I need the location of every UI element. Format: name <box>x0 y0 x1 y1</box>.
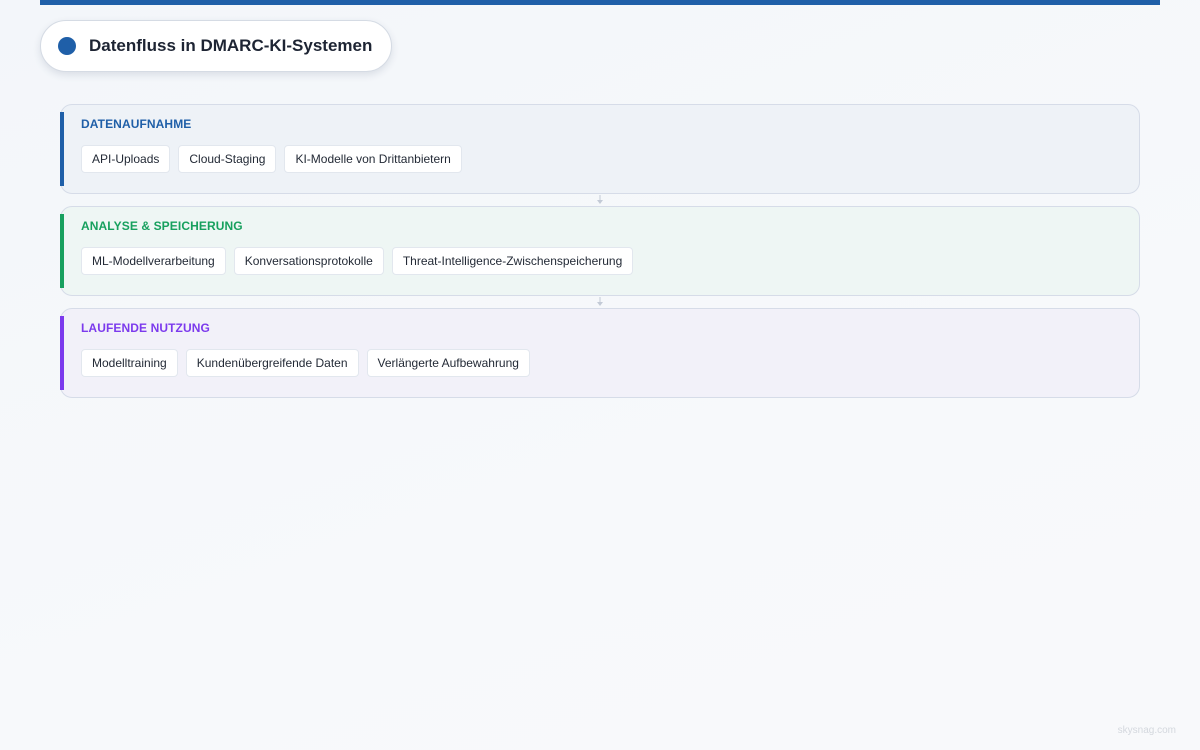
stage-item: Verlängerte Aufbewahrung <box>366 349 530 377</box>
flow-connector <box>60 296 1140 308</box>
stage-analysis-storage: ANALYSE & SPEICHERUNG ML-Modellverarbeit… <box>60 206 1140 296</box>
stage-items: Modelltraining Kundenübergreifende Daten… <box>81 349 1139 377</box>
stage-item: API-Uploads <box>81 145 171 173</box>
stage-items: ML-Modellverarbeitung Konversationsproto… <box>81 247 1139 275</box>
stage-items: API-Uploads Cloud-Staging KI-Modelle von… <box>81 145 1139 173</box>
stage-ongoing-usage: LAUFENDE NUTZUNG Modelltraining Kundenüb… <box>60 308 1140 398</box>
stage-item: ML-Modellverarbeitung <box>81 247 226 275</box>
watermark: skysnag.com <box>1117 725 1176 736</box>
arrow-down-icon <box>597 195 603 204</box>
stage-item: Kundenübergreifende Daten <box>185 349 359 377</box>
stage-label: LAUFENDE NUTZUNG <box>81 321 210 335</box>
title-dot-icon <box>58 37 76 55</box>
diagram-title-pill: Datenfluss in DMARC-KI-Systemen <box>40 20 392 72</box>
stage-label: ANALYSE & SPEICHERUNG <box>81 219 243 233</box>
stage-item: Cloud-Staging <box>178 145 277 173</box>
top-accent-bar <box>40 0 1160 5</box>
stage-item: Konversationsprotokolle <box>233 247 384 275</box>
diagram-title: Datenfluss in DMARC-KI-Systemen <box>89 36 373 55</box>
stage-data-ingestion: DATENAUFNAHME API-Uploads Cloud-Staging … <box>60 104 1140 194</box>
stage-item: Threat-Intelligence-Zwischenspeicherung <box>391 247 634 275</box>
arrow-down-icon <box>597 297 603 306</box>
stage-item: Modelltraining <box>81 349 178 377</box>
flow-connector <box>60 194 1140 206</box>
stage-item: KI-Modelle von Drittanbietern <box>284 145 462 173</box>
data-flow-diagram: DATENAUFNAHME API-Uploads Cloud-Staging … <box>60 104 1140 398</box>
stage-label: DATENAUFNAHME <box>81 117 192 131</box>
